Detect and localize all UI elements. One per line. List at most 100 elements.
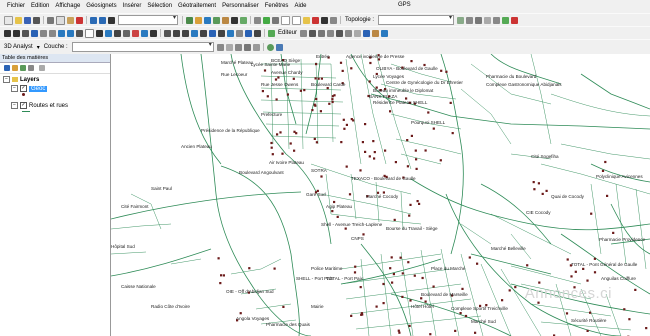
analyst-dropdown-icon[interactable]: ▾: [37, 44, 40, 51]
poi-point[interactable]: [415, 167, 418, 170]
straight-segment-icon[interactable]: [309, 29, 317, 37]
identify-icon[interactable]: [105, 29, 112, 37]
poi-point[interactable]: [634, 288, 637, 291]
poi-point[interactable]: [219, 282, 222, 285]
poi-point[interactable]: [343, 127, 346, 130]
poi-point[interactable]: [424, 300, 427, 303]
poi-point[interactable]: [445, 70, 448, 73]
report-icon[interactable]: [236, 29, 243, 37]
save-icon[interactable]: [24, 16, 31, 24]
edit-tool-icon[interactable]: [300, 29, 308, 37]
layout-view-icon[interactable]: [245, 29, 252, 37]
poi-point[interactable]: [392, 273, 395, 276]
poi-point[interactable]: [533, 188, 536, 191]
georef-icon[interactable]: [263, 16, 270, 24]
poi-point[interactable]: [420, 297, 423, 300]
poi-point[interactable]: [315, 97, 318, 101]
editor-toolbar-icon[interactable]: [186, 16, 193, 24]
layer-visibility-checkbox[interactable]: ✓: [20, 102, 27, 109]
poi-point[interactable]: [424, 149, 427, 152]
poi-point[interactable]: [532, 181, 535, 184]
chart-icon[interactable]: [182, 29, 189, 37]
poi-point[interactable]: [508, 289, 511, 292]
grid-icon[interactable]: [321, 16, 328, 24]
sketch-properties-icon[interactable]: [372, 29, 380, 37]
poi-point[interactable]: [612, 231, 615, 234]
poi-point[interactable]: [361, 141, 364, 144]
poi-point[interactable]: [439, 159, 442, 162]
poi-point[interactable]: [333, 200, 336, 204]
poi-point[interactable]: [623, 308, 626, 311]
poi-point[interactable]: [279, 131, 282, 134]
add-data-icon[interactable]: [108, 16, 115, 24]
attributes-icon[interactable]: [218, 29, 225, 37]
poi-point[interactable]: [408, 324, 411, 327]
layout-icon[interactable]: [292, 15, 301, 25]
poi-point[interactable]: [645, 327, 648, 330]
poi-point[interactable]: [628, 318, 631, 321]
poi-point[interactable]: [384, 149, 387, 152]
poi-point[interactable]: [222, 274, 225, 277]
select-features-icon[interactable]: [76, 29, 83, 37]
fixed-zoom-in-icon[interactable]: [40, 29, 47, 37]
poi-point[interactable]: [399, 256, 402, 259]
poi-point[interactable]: [348, 193, 352, 196]
network-icon[interactable]: [200, 29, 207, 37]
poi-point[interactable]: [390, 256, 393, 259]
poi-point[interactable]: [459, 312, 462, 315]
poi-point[interactable]: [429, 333, 432, 336]
poi-point[interactable]: [273, 267, 276, 270]
poi-point[interactable]: [320, 77, 323, 80]
poi-point[interactable]: [339, 61, 343, 64]
poi-point[interactable]: [570, 275, 573, 278]
poi-point[interactable]: [394, 161, 397, 164]
poi-point[interactable]: [364, 150, 367, 153]
poi-point[interactable]: [277, 76, 280, 79]
copy-icon[interactable]: [56, 15, 65, 25]
poi-point[interactable]: [421, 276, 424, 280]
poi-point[interactable]: [239, 312, 242, 315]
poi-point[interactable]: [408, 214, 411, 217]
open-folder-icon[interactable]: [15, 16, 22, 24]
poi-point[interactable]: [271, 153, 274, 156]
poi-point[interactable]: [398, 331, 401, 334]
poi-point[interactable]: [345, 165, 348, 168]
menu-personnaliser[interactable]: Personnaliser: [219, 3, 262, 9]
poi-point[interactable]: [432, 127, 435, 130]
measure-icon[interactable]: [330, 16, 337, 24]
page-icon[interactable]: [281, 15, 290, 25]
modelbuilder-icon[interactable]: [240, 16, 247, 24]
poi-point[interactable]: [275, 98, 278, 101]
poi-point[interactable]: [593, 271, 597, 274]
scene-icon[interactable]: [275, 43, 283, 51]
poi-point[interactable]: [382, 302, 385, 305]
poi-point[interactable]: [440, 69, 443, 72]
poi-point[interactable]: [341, 69, 344, 72]
poi-point[interactable]: [590, 212, 593, 215]
table-icon[interactable]: [209, 29, 216, 37]
fixed-zoom-out-icon[interactable]: [49, 29, 56, 37]
dimension-icon[interactable]: [254, 16, 261, 24]
poi-point[interactable]: [406, 165, 409, 168]
hyperlink-icon[interactable]: [132, 29, 139, 37]
poi-point[interactable]: [270, 141, 273, 145]
analyst-tool5-icon[interactable]: [252, 43, 260, 51]
effects-icon[interactable]: [191, 29, 198, 37]
poi-point[interactable]: [360, 312, 363, 315]
topology-combo[interactable]: [378, 14, 455, 25]
list-by-visibility-icon[interactable]: [20, 65, 26, 71]
poi-point[interactable]: [286, 93, 289, 96]
poi-point[interactable]: [364, 123, 367, 126]
poi-point[interactable]: [359, 169, 362, 172]
expand-icon[interactable]: −: [11, 85, 18, 92]
select-elements-icon[interactable]: [96, 29, 103, 37]
poi-point[interactable]: [331, 210, 334, 213]
poi-point[interactable]: [401, 295, 404, 298]
analyst-tool2-icon[interactable]: [225, 43, 233, 51]
poi-point[interactable]: [373, 157, 376, 160]
poi-point[interactable]: [566, 258, 569, 261]
poi-point[interactable]: [474, 331, 477, 334]
draw-icon[interactable]: [164, 29, 171, 37]
poi-point[interactable]: [382, 282, 385, 286]
poi-point[interactable]: [369, 61, 372, 65]
